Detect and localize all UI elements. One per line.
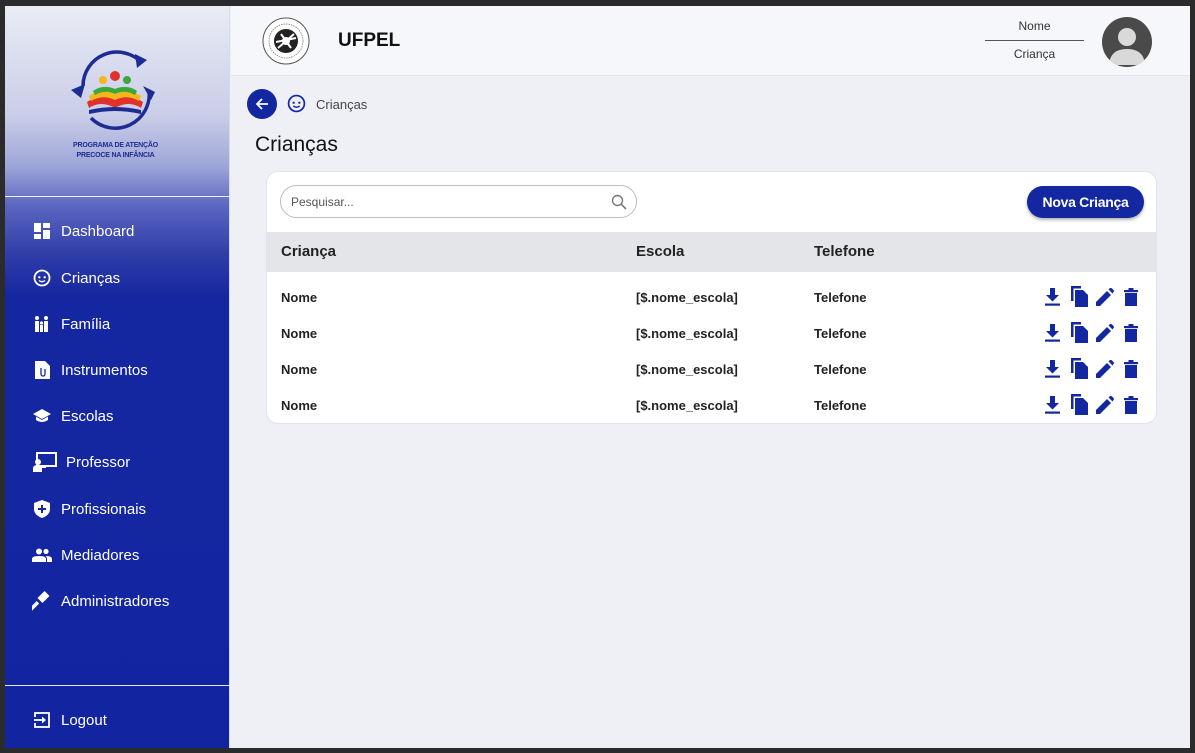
copy-icon[interactable] xyxy=(1068,358,1089,379)
children-table-card: Nova Criança Criança Escola Telefone Nom… xyxy=(266,171,1157,424)
gavel-icon xyxy=(32,591,52,611)
user-divider xyxy=(985,40,1084,41)
program-logo-text: PROGRAMA DE ATENÇÃO PRECOCE NA INFÂNCIA xyxy=(53,141,178,161)
child-face-icon xyxy=(287,94,306,113)
user-role: Criança xyxy=(1013,47,1056,61)
sidebar-item-escolas[interactable]: Escolas xyxy=(5,396,230,436)
copy-icon[interactable] xyxy=(1068,322,1089,343)
row-actions xyxy=(1042,286,1141,307)
program-logo: PROGRAMA DE ATENÇÃO PRECOCE NA INFÂNCIA xyxy=(5,6,230,196)
delete-icon[interactable] xyxy=(1120,358,1141,379)
delete-icon[interactable] xyxy=(1120,322,1141,343)
sidebar-item-label: Escolas xyxy=(61,407,114,425)
new-child-button[interactable]: Nova Criança xyxy=(1027,186,1144,218)
row-actions xyxy=(1042,358,1141,379)
sidebar-divider-top xyxy=(5,196,230,197)
cell-nome: Nome xyxy=(281,290,318,305)
copy-icon[interactable] xyxy=(1068,286,1089,307)
download-icon[interactable] xyxy=(1042,358,1063,379)
edit-icon[interactable] xyxy=(1094,322,1115,343)
logout-icon xyxy=(32,710,52,730)
table-row[interactable]: Nome [$.nome_escola] Telefone xyxy=(267,350,1156,386)
logo-text-line1: PROGRAMA DE ATENÇÃO xyxy=(73,142,158,149)
cell-nome: Nome xyxy=(281,398,318,413)
top-header: UFPEL Nome Criança xyxy=(231,6,1190,76)
family-icon xyxy=(32,314,52,334)
table-row[interactable]: Nome [$.nome_escola] Telefone xyxy=(267,314,1156,350)
sidebar-item-professor[interactable]: Professor xyxy=(5,442,230,482)
table-header: Criança Escola Telefone xyxy=(267,232,1156,272)
user-avatar-icon xyxy=(1109,28,1145,65)
copy-icon[interactable] xyxy=(1068,394,1089,415)
cell-telefone: Telefone xyxy=(814,398,867,413)
child-face-icon xyxy=(32,268,52,288)
download-icon[interactable] xyxy=(1042,286,1063,307)
delete-icon[interactable] xyxy=(1120,394,1141,415)
logo-text-line2: PRECOCE NA INFÂNCIA xyxy=(76,152,155,159)
cell-escola: [$.nome_escola] xyxy=(636,326,738,341)
user-name: Nome xyxy=(1018,19,1051,33)
sidebar-item-mediadores[interactable]: Mediadores xyxy=(5,535,230,575)
cell-nome: Nome xyxy=(281,326,318,341)
sidebar-item-criancas[interactable]: Crianças xyxy=(5,258,230,298)
download-icon[interactable] xyxy=(1042,394,1063,415)
column-header-crianca[interactable]: Criança xyxy=(281,243,336,260)
sidebar-divider-bottom xyxy=(5,685,230,686)
sidebar-item-label: Família xyxy=(61,315,111,333)
search-icon[interactable] xyxy=(611,194,627,210)
search-input[interactable] xyxy=(291,193,591,211)
cell-telefone: Telefone xyxy=(814,290,867,305)
teacher-icon xyxy=(32,452,58,472)
sidebar-item-label: Instrumentos xyxy=(61,361,148,379)
cell-telefone: Telefone xyxy=(814,326,867,341)
column-header-escola[interactable]: Escola xyxy=(636,243,684,260)
school-icon xyxy=(32,406,52,426)
sidebar-item-dashboard[interactable]: Dashboard xyxy=(5,211,230,251)
cell-escola: [$.nome_escola] xyxy=(636,290,738,305)
ufpel-logo-icon xyxy=(262,17,310,65)
cell-escola: [$.nome_escola] xyxy=(636,362,738,377)
logout-label: Logout xyxy=(61,711,107,729)
edit-icon[interactable] xyxy=(1094,394,1115,415)
sidebar-item-label: Administradores xyxy=(61,592,170,610)
shield-plus-icon xyxy=(32,499,52,519)
cell-nome: Nome xyxy=(281,362,318,377)
group-icon xyxy=(32,545,52,565)
sidebar-item-administradores[interactable]: Administradores xyxy=(5,581,230,621)
sidebar-item-profissionais[interactable]: Profissionais xyxy=(5,489,230,529)
cell-telefone: Telefone xyxy=(814,362,867,377)
breadcrumb[interactable]: Crianças xyxy=(316,97,367,112)
table-row[interactable]: Nome [$.nome_escola] Telefone xyxy=(267,278,1156,314)
app-window: PROGRAMA DE ATENÇÃO PRECOCE NA INFÂNCIA … xyxy=(5,6,1190,748)
arrow-left-icon xyxy=(255,98,268,110)
column-header-telefone[interactable]: Telefone xyxy=(814,243,875,260)
sidebar-item-instrumentos[interactable]: Instrumentos xyxy=(5,350,230,390)
avatar[interactable] xyxy=(1102,17,1152,67)
sidebar-item-label: Dashboard xyxy=(61,222,135,240)
logout-button[interactable]: Logout xyxy=(5,700,230,740)
download-icon[interactable] xyxy=(1042,322,1063,343)
app-name: UFPEL xyxy=(338,30,401,51)
sidebar: PROGRAMA DE ATENÇÃO PRECOCE NA INFÂNCIA … xyxy=(5,6,230,748)
sidebar-item-label: Professor xyxy=(66,453,131,471)
sidebar-item-label: Mediadores xyxy=(61,546,140,564)
page-title: Crianças xyxy=(255,133,338,156)
dashboard-icon xyxy=(32,221,52,241)
program-logo-icon xyxy=(71,50,155,130)
sidebar-item-label: Profissionais xyxy=(61,500,147,518)
document-icon xyxy=(32,360,52,380)
sidebar-item-familia[interactable]: Família xyxy=(5,304,230,344)
edit-icon[interactable] xyxy=(1094,358,1115,379)
delete-icon[interactable] xyxy=(1120,286,1141,307)
edit-icon[interactable] xyxy=(1094,286,1115,307)
cell-escola: [$.nome_escola] xyxy=(636,398,738,413)
back-button[interactable] xyxy=(247,89,277,119)
row-actions xyxy=(1042,322,1141,343)
sidebar-item-label: Crianças xyxy=(61,269,121,287)
search-box xyxy=(280,185,637,218)
row-actions xyxy=(1042,394,1141,415)
table-row[interactable]: Nome [$.nome_escola] Telefone xyxy=(267,386,1156,422)
